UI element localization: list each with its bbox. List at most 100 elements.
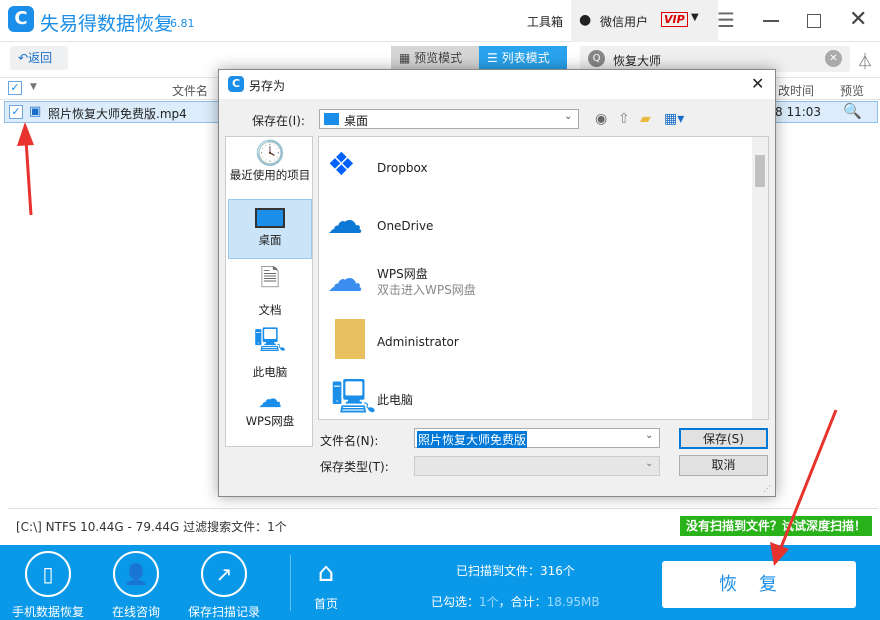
save-in-select[interactable]: 桌面 ⌄ xyxy=(319,109,579,129)
selected-count: 1个 xyxy=(479,595,499,609)
deep-scan-link[interactable]: 没有扫描到文件？试试深度扫描！ xyxy=(680,516,872,536)
filter-icon[interactable]: ⏃ xyxy=(857,48,873,72)
dialog-close-button[interactable]: ✕ xyxy=(751,74,764,93)
scanned-count: 已扫描到文件：316个 xyxy=(456,564,575,578)
save-as-dialog: C 另存为 ✕ 保存在(I): 桌面 ⌄ ◉ ⇧ ▰ ▦▾ 🕓 最近使用的项目 桌… xyxy=(218,69,776,497)
export-icon: ↗ xyxy=(201,551,247,597)
place-label: 桌面 xyxy=(258,233,282,247)
up-folder-icon[interactable]: ⇧ xyxy=(618,111,630,127)
restore-button[interactable]: 恢复 xyxy=(662,561,856,608)
phone-recovery-label: 手机数据恢复 xyxy=(11,605,84,619)
app-logo-icon: C xyxy=(8,6,34,32)
save-button[interactable]: 保存(S) xyxy=(679,428,768,449)
place-this-pc[interactable]: 🖳 此电脑 xyxy=(228,323,312,383)
back-arrow-icon: ↶ xyxy=(18,51,29,65)
app-title: 失易得数据恢复 xyxy=(40,13,174,35)
item-name: Administrator xyxy=(377,335,459,349)
place-recent[interactable]: 🕓 最近使用的项目 xyxy=(228,139,312,199)
onedrive-icon: ☁ xyxy=(327,201,363,242)
row-checkbox[interactable]: ✓ xyxy=(9,105,23,119)
grid-icon: ▦ xyxy=(399,51,415,65)
total-size: 18.95MB xyxy=(546,595,600,609)
col-preview-header: 预览 xyxy=(840,84,865,98)
chevron-down-icon: ▼ xyxy=(691,12,699,23)
computer-icon: 🖳 xyxy=(331,377,377,417)
item-name: WPS网盘 xyxy=(377,267,428,281)
clear-search-icon[interactable]: ✕ xyxy=(825,50,842,67)
view-menu-icon[interactable]: ▦▾ xyxy=(664,111,684,127)
app-version: 6.81 xyxy=(170,17,195,30)
menu-icon[interactable]: ☰ xyxy=(717,8,735,32)
back-button[interactable]: ↶返回 xyxy=(10,46,68,70)
chevron-down-icon[interactable]: ▼ xyxy=(30,82,37,92)
place-documents[interactable]: 🗎 文档 xyxy=(228,261,312,321)
list-item[interactable]: 🖳 此电脑 xyxy=(325,373,745,417)
list-mode-tab[interactable]: ☰ 列表模式 xyxy=(479,46,567,70)
vip-badge: VIP xyxy=(661,12,688,27)
phone-recovery-button[interactable]: ▯ 手机数据恢复 xyxy=(10,551,86,620)
toolbox-button[interactable]: 工具箱 xyxy=(527,13,563,30)
dialog-title: 另存为 xyxy=(249,79,286,93)
item-subtitle: 双击进入WPS网盘 xyxy=(377,283,476,297)
back-icon[interactable]: ◉ xyxy=(595,111,607,127)
save-record-label: 保存扫描记录 xyxy=(187,605,260,619)
save-record-button[interactable]: ↗ 保存扫描记录 xyxy=(184,551,264,620)
save-in-value: 桌面 xyxy=(344,114,369,128)
list-item[interactable]: ❖ Dropbox xyxy=(325,145,745,189)
user-name: 微信用户 xyxy=(600,15,649,29)
resize-grip-icon[interactable]: ⋰ xyxy=(763,484,771,493)
consult-label: 在线咨询 xyxy=(111,605,160,619)
home-label: 首页 xyxy=(313,597,338,611)
home-button[interactable]: ⌂ 首页 xyxy=(306,559,346,612)
scrollbar-thumb[interactable] xyxy=(755,155,765,187)
file-name: 照片恢复大师免费版.mp4 xyxy=(48,107,187,121)
search-icon: Q xyxy=(588,50,605,67)
dialog-app-icon: C xyxy=(228,76,244,92)
filename-input[interactable]: 照片恢复大师免费版 ⌄ xyxy=(414,428,660,448)
col-name-header[interactable]: 文件名 xyxy=(172,82,208,99)
wps-cloud-icon: ☁ xyxy=(327,259,363,300)
video-file-icon: ▣ xyxy=(29,104,42,119)
place-desktop[interactable]: 桌面 xyxy=(228,199,312,259)
divider xyxy=(8,508,878,509)
filetype-label: 保存类型(T): xyxy=(320,460,389,474)
select-all-checkbox[interactable]: ✓ xyxy=(8,81,22,95)
phone-icon: ▯ xyxy=(25,551,71,597)
preview-magnifier-icon[interactable]: 🔍 xyxy=(843,102,862,120)
item-name: OneDrive xyxy=(377,219,434,233)
chevron-down-icon: ⌄ xyxy=(645,458,654,469)
search-input[interactable]: 恢复大师 xyxy=(613,52,661,69)
computer-icon: 🖳 xyxy=(253,326,287,354)
filename-label: 文件名(N): xyxy=(320,434,379,448)
place-label: 最近使用的项目 xyxy=(229,168,311,182)
preview-mode-tab[interactable]: ▦ 预览模式 xyxy=(391,46,479,70)
col-time-header[interactable]: 改时间 xyxy=(778,82,814,99)
list-item[interactable]: Administrator xyxy=(325,317,745,361)
person-icon: 👤 xyxy=(113,551,159,597)
dropbox-icon: ❖ xyxy=(327,145,356,183)
red-arrow-annotation xyxy=(770,409,838,566)
list-item[interactable]: ☁ WPS网盘双击进入WPS网盘 xyxy=(325,259,745,303)
scrollbar[interactable] xyxy=(752,137,768,419)
document-icon: 🗎 xyxy=(260,264,280,292)
dialog-title-bar: C 另存为 ✕ xyxy=(219,70,775,99)
cancel-button[interactable]: 取消 xyxy=(679,455,768,476)
filetype-select[interactable]: ⌄ xyxy=(414,456,660,476)
close-button[interactable]: ✕ xyxy=(849,7,867,32)
minimize-button[interactable] xyxy=(763,20,779,22)
red-arrow-annotation xyxy=(17,122,34,216)
consult-button[interactable]: 👤 在线咨询 xyxy=(98,551,174,620)
new-folder-icon[interactable]: ▰ xyxy=(640,111,651,127)
place-label: WPS网盘 xyxy=(245,414,295,428)
maximize-button[interactable] xyxy=(807,14,821,28)
file-list: ❖ Dropbox ☁ OneDrive ☁ WPS网盘双击进入WPS网盘 Admin… xyxy=(318,136,769,420)
place-wps-drive[interactable]: ☁ WPS网盘 xyxy=(228,385,312,445)
user-menu[interactable]: ● 微信用户 VIP ▼ xyxy=(571,0,718,42)
cloud-icon: ☁ xyxy=(258,385,282,413)
places-panel: 🕓 最近使用的项目 桌面 🗎 文档 🖳 此电脑 ☁ WPS网盘 xyxy=(225,136,313,447)
place-label: 文档 xyxy=(258,303,282,317)
desktop-icon xyxy=(255,208,285,228)
chevron-down-icon: ⌄ xyxy=(645,430,654,441)
list-item[interactable]: ☁ OneDrive xyxy=(325,201,745,245)
status-text: [C:\] NTFS 10.44G - 79.44G 过滤搜索文件：1个 xyxy=(16,520,287,534)
